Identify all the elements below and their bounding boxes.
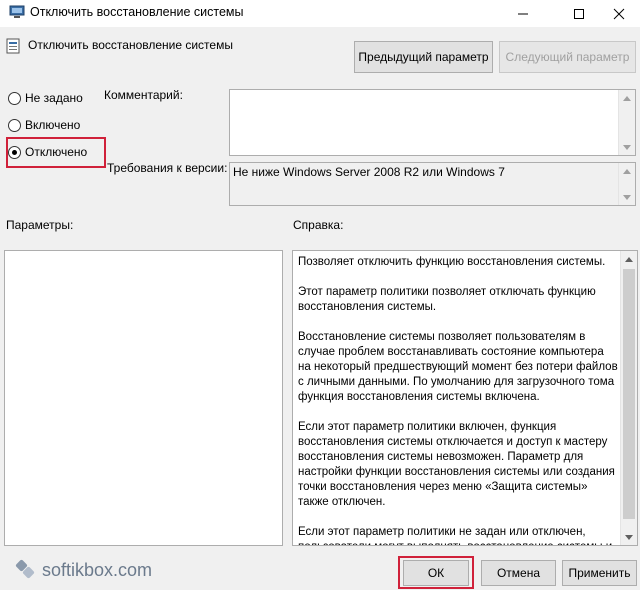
scroll-up-icon[interactable] [621, 251, 637, 267]
policy-setting-icon [6, 38, 20, 54]
help-label: Справка: [293, 218, 344, 232]
comment-textarea[interactable] [229, 89, 636, 156]
help-paragraph: Восстановление системы позволяет пользов… [298, 331, 618, 403]
apply-button[interactable]: Применить [562, 560, 637, 586]
help-scrollbar[interactable] [620, 251, 637, 545]
radio-enabled[interactable]: Включено [8, 118, 80, 132]
maximize-icon [574, 8, 584, 19]
radio-button[interactable] [8, 91, 21, 105]
radio-button[interactable] [8, 118, 21, 132]
highlight-frame-disabled [6, 137, 106, 168]
help-text: Позволяет отключить функцию восстановлен… [298, 255, 618, 545]
maximize-button[interactable] [556, 0, 602, 27]
close-icon [613, 8, 625, 19]
scroll-down-icon[interactable] [621, 529, 637, 545]
help-pane: Позволяет отключить функцию восстановлен… [292, 250, 638, 546]
radio-label: Включено [25, 118, 81, 132]
scroll-down-icon[interactable] [619, 189, 635, 205]
help-paragraph: Этот параметр политики позволяет отключа… [298, 286, 596, 313]
scroll-down-icon[interactable] [619, 139, 635, 155]
watermark: softikbox.com [14, 558, 152, 582]
scroll-up-icon[interactable] [619, 163, 635, 179]
help-paragraph: Если этот параметр политики не задан или… [298, 526, 612, 545]
minimize-icon [518, 13, 528, 14]
help-paragraph: Позволяет отключить функцию восстановлен… [298, 256, 606, 268]
next-setting-button[interactable]: Следующий параметр [499, 41, 636, 73]
softikbox-logo-icon [15, 559, 35, 579]
requirements-value: Не ниже Windows Server 2008 R2 или Windo… [233, 165, 505, 179]
policy-name: Отключить восстановление системы [28, 38, 233, 52]
previous-setting-button[interactable]: Предыдущий параметр [354, 41, 493, 73]
window-title: Отключить восстановление системы [30, 5, 244, 19]
options-label: Параметры: [6, 218, 74, 232]
scroll-up-icon[interactable] [619, 90, 635, 106]
cancel-button[interactable]: Отмена [481, 560, 556, 586]
radio-label: Не задано [25, 91, 83, 105]
close-button[interactable] [598, 0, 640, 27]
options-pane [4, 250, 283, 546]
help-paragraph: Если этот параметр политики включен, фун… [298, 421, 615, 508]
comment-scrollbar[interactable] [618, 90, 635, 155]
scroll-thumb[interactable] [623, 269, 635, 519]
watermark-text: softikbox.com [42, 559, 153, 580]
minimize-button[interactable] [500, 0, 546, 27]
highlight-frame-ok [398, 556, 474, 589]
policy-app-icon [9, 5, 25, 18]
requirements-scrollbar[interactable] [618, 163, 635, 205]
comment-label: Комментарий: [104, 88, 183, 102]
radio-not-configured[interactable]: Не задано [8, 91, 83, 105]
requirements-label: Требования к версии: [107, 161, 228, 175]
